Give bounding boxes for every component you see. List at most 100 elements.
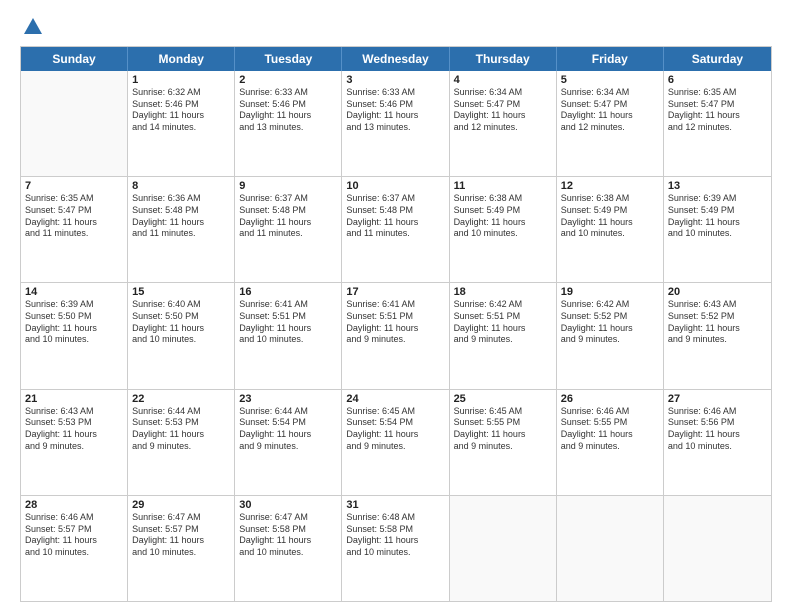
header-day-monday: Monday — [128, 47, 235, 71]
calendar-row-4: 28Sunrise: 6:46 AM Sunset: 5:57 PM Dayli… — [21, 496, 771, 601]
day-number: 17 — [346, 286, 444, 298]
day-info: Sunrise: 6:44 AM Sunset: 5:53 PM Dayligh… — [132, 406, 230, 453]
day-number: 7 — [25, 180, 123, 192]
header-day-wednesday: Wednesday — [342, 47, 449, 71]
calendar-cell: 6Sunrise: 6:35 AM Sunset: 5:47 PM Daylig… — [664, 71, 771, 176]
day-number: 24 — [346, 393, 444, 405]
day-info: Sunrise: 6:33 AM Sunset: 5:46 PM Dayligh… — [346, 87, 444, 134]
header-day-saturday: Saturday — [664, 47, 771, 71]
calendar-cell: 26Sunrise: 6:46 AM Sunset: 5:55 PM Dayli… — [557, 390, 664, 495]
calendar-cell: 1Sunrise: 6:32 AM Sunset: 5:46 PM Daylig… — [128, 71, 235, 176]
day-info: Sunrise: 6:47 AM Sunset: 5:58 PM Dayligh… — [239, 512, 337, 559]
logo-icon — [22, 16, 44, 38]
calendar-cell: 12Sunrise: 6:38 AM Sunset: 5:49 PM Dayli… — [557, 177, 664, 282]
calendar: SundayMondayTuesdayWednesdayThursdayFrid… — [20, 46, 772, 602]
day-number: 5 — [561, 74, 659, 86]
day-number: 15 — [132, 286, 230, 298]
calendar-cell: 24Sunrise: 6:45 AM Sunset: 5:54 PM Dayli… — [342, 390, 449, 495]
day-number: 12 — [561, 180, 659, 192]
header-day-sunday: Sunday — [21, 47, 128, 71]
calendar-cell: 22Sunrise: 6:44 AM Sunset: 5:53 PM Dayli… — [128, 390, 235, 495]
day-number: 6 — [668, 74, 767, 86]
day-number: 10 — [346, 180, 444, 192]
header-day-tuesday: Tuesday — [235, 47, 342, 71]
day-number: 1 — [132, 74, 230, 86]
day-info: Sunrise: 6:40 AM Sunset: 5:50 PM Dayligh… — [132, 299, 230, 346]
day-info: Sunrise: 6:35 AM Sunset: 5:47 PM Dayligh… — [668, 87, 767, 134]
calendar-cell — [450, 496, 557, 601]
day-info: Sunrise: 6:43 AM Sunset: 5:52 PM Dayligh… — [668, 299, 767, 346]
day-info: Sunrise: 6:38 AM Sunset: 5:49 PM Dayligh… — [454, 193, 552, 240]
day-info: Sunrise: 6:34 AM Sunset: 5:47 PM Dayligh… — [454, 87, 552, 134]
day-info: Sunrise: 6:38 AM Sunset: 5:49 PM Dayligh… — [561, 193, 659, 240]
day-info: Sunrise: 6:44 AM Sunset: 5:54 PM Dayligh… — [239, 406, 337, 453]
day-info: Sunrise: 6:43 AM Sunset: 5:53 PM Dayligh… — [25, 406, 123, 453]
day-number: 23 — [239, 393, 337, 405]
calendar-cell: 4Sunrise: 6:34 AM Sunset: 5:47 PM Daylig… — [450, 71, 557, 176]
day-info: Sunrise: 6:36 AM Sunset: 5:48 PM Dayligh… — [132, 193, 230, 240]
calendar-cell: 31Sunrise: 6:48 AM Sunset: 5:58 PM Dayli… — [342, 496, 449, 601]
day-info: Sunrise: 6:45 AM Sunset: 5:55 PM Dayligh… — [454, 406, 552, 453]
day-number: 16 — [239, 286, 337, 298]
calendar-cell: 16Sunrise: 6:41 AM Sunset: 5:51 PM Dayli… — [235, 283, 342, 388]
day-number: 20 — [668, 286, 767, 298]
day-info: Sunrise: 6:46 AM Sunset: 5:56 PM Dayligh… — [668, 406, 767, 453]
calendar-cell: 27Sunrise: 6:46 AM Sunset: 5:56 PM Dayli… — [664, 390, 771, 495]
calendar-row-1: 7Sunrise: 6:35 AM Sunset: 5:47 PM Daylig… — [21, 177, 771, 283]
day-info: Sunrise: 6:33 AM Sunset: 5:46 PM Dayligh… — [239, 87, 337, 134]
logo-line1 — [20, 18, 44, 38]
calendar-cell: 3Sunrise: 6:33 AM Sunset: 5:46 PM Daylig… — [342, 71, 449, 176]
day-info: Sunrise: 6:41 AM Sunset: 5:51 PM Dayligh… — [346, 299, 444, 346]
calendar-row-3: 21Sunrise: 6:43 AM Sunset: 5:53 PM Dayli… — [21, 390, 771, 496]
day-number: 19 — [561, 286, 659, 298]
day-info: Sunrise: 6:47 AM Sunset: 5:57 PM Dayligh… — [132, 512, 230, 559]
day-info: Sunrise: 6:46 AM Sunset: 5:55 PM Dayligh… — [561, 406, 659, 453]
calendar-cell: 25Sunrise: 6:45 AM Sunset: 5:55 PM Dayli… — [450, 390, 557, 495]
header — [20, 18, 772, 36]
day-number: 31 — [346, 499, 444, 511]
calendar-cell: 19Sunrise: 6:42 AM Sunset: 5:52 PM Dayli… — [557, 283, 664, 388]
calendar-cell: 23Sunrise: 6:44 AM Sunset: 5:54 PM Dayli… — [235, 390, 342, 495]
day-number: 8 — [132, 180, 230, 192]
day-info: Sunrise: 6:32 AM Sunset: 5:46 PM Dayligh… — [132, 87, 230, 134]
day-info: Sunrise: 6:48 AM Sunset: 5:58 PM Dayligh… — [346, 512, 444, 559]
calendar-body: 1Sunrise: 6:32 AM Sunset: 5:46 PM Daylig… — [21, 71, 771, 601]
calendar-cell: 13Sunrise: 6:39 AM Sunset: 5:49 PM Dayli… — [664, 177, 771, 282]
calendar-cell: 8Sunrise: 6:36 AM Sunset: 5:48 PM Daylig… — [128, 177, 235, 282]
calendar-cell: 21Sunrise: 6:43 AM Sunset: 5:53 PM Dayli… — [21, 390, 128, 495]
day-number: 4 — [454, 74, 552, 86]
day-info: Sunrise: 6:39 AM Sunset: 5:50 PM Dayligh… — [25, 299, 123, 346]
header-day-thursday: Thursday — [450, 47, 557, 71]
calendar-cell — [557, 496, 664, 601]
day-number: 11 — [454, 180, 552, 192]
day-number: 18 — [454, 286, 552, 298]
header-day-friday: Friday — [557, 47, 664, 71]
day-info: Sunrise: 6:37 AM Sunset: 5:48 PM Dayligh… — [346, 193, 444, 240]
calendar-cell: 28Sunrise: 6:46 AM Sunset: 5:57 PM Dayli… — [21, 496, 128, 601]
page: SundayMondayTuesdayWednesdayThursdayFrid… — [0, 0, 792, 612]
calendar-cell: 20Sunrise: 6:43 AM Sunset: 5:52 PM Dayli… — [664, 283, 771, 388]
day-number: 3 — [346, 74, 444, 86]
calendar-cell: 14Sunrise: 6:39 AM Sunset: 5:50 PM Dayli… — [21, 283, 128, 388]
day-number: 30 — [239, 499, 337, 511]
calendar-cell: 17Sunrise: 6:41 AM Sunset: 5:51 PM Dayli… — [342, 283, 449, 388]
day-number: 26 — [561, 393, 659, 405]
day-info: Sunrise: 6:39 AM Sunset: 5:49 PM Dayligh… — [668, 193, 767, 240]
calendar-cell: 29Sunrise: 6:47 AM Sunset: 5:57 PM Dayli… — [128, 496, 235, 601]
calendar-cell: 15Sunrise: 6:40 AM Sunset: 5:50 PM Dayli… — [128, 283, 235, 388]
day-number: 28 — [25, 499, 123, 511]
calendar-cell: 11Sunrise: 6:38 AM Sunset: 5:49 PM Dayli… — [450, 177, 557, 282]
calendar-row-2: 14Sunrise: 6:39 AM Sunset: 5:50 PM Dayli… — [21, 283, 771, 389]
calendar-cell: 2Sunrise: 6:33 AM Sunset: 5:46 PM Daylig… — [235, 71, 342, 176]
day-info: Sunrise: 6:37 AM Sunset: 5:48 PM Dayligh… — [239, 193, 337, 240]
calendar-cell: 18Sunrise: 6:42 AM Sunset: 5:51 PM Dayli… — [450, 283, 557, 388]
calendar-row-0: 1Sunrise: 6:32 AM Sunset: 5:46 PM Daylig… — [21, 71, 771, 177]
calendar-cell: 7Sunrise: 6:35 AM Sunset: 5:47 PM Daylig… — [21, 177, 128, 282]
day-number: 13 — [668, 180, 767, 192]
day-number: 29 — [132, 499, 230, 511]
day-info: Sunrise: 6:46 AM Sunset: 5:57 PM Dayligh… — [25, 512, 123, 559]
calendar-cell: 5Sunrise: 6:34 AM Sunset: 5:47 PM Daylig… — [557, 71, 664, 176]
calendar-cell — [664, 496, 771, 601]
day-info: Sunrise: 6:41 AM Sunset: 5:51 PM Dayligh… — [239, 299, 337, 346]
calendar-header: SundayMondayTuesdayWednesdayThursdayFrid… — [21, 47, 771, 71]
